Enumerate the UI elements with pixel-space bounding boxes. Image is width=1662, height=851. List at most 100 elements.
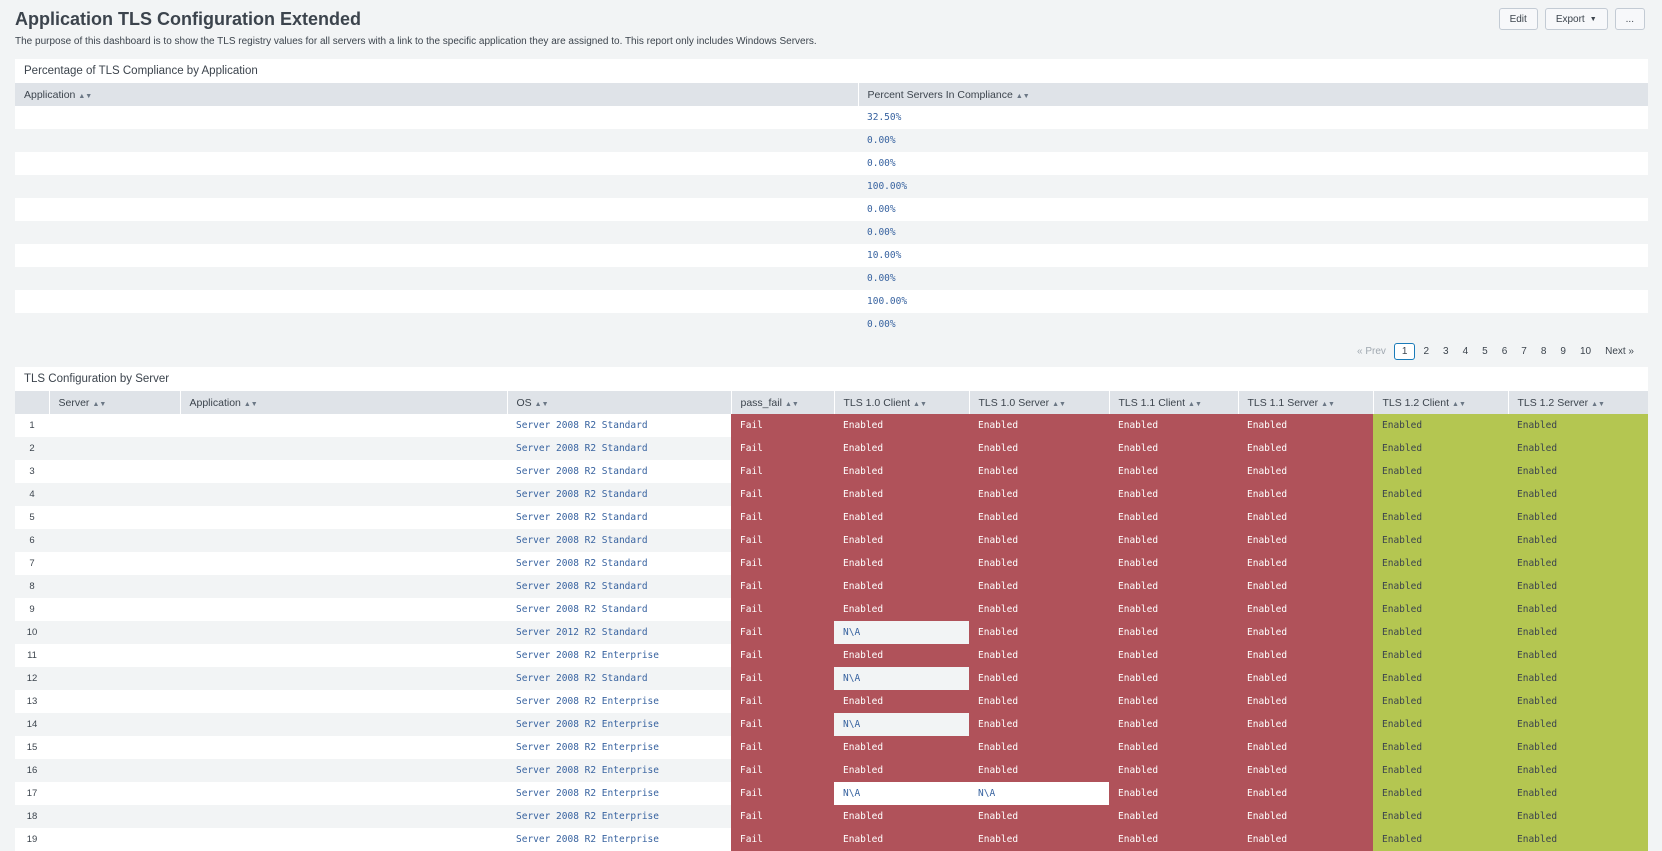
server-cell[interactable] bbox=[49, 414, 180, 437]
tls10-server-cell[interactable]: Enabled bbox=[969, 575, 1109, 598]
column-header-tls10-server[interactable]: TLS 1.0 Server ▲▼ bbox=[969, 391, 1110, 414]
tls10-client-cell[interactable]: Enabled bbox=[834, 644, 969, 667]
os-cell[interactable]: Server 2008 R2 Enterprise bbox=[507, 782, 731, 805]
tls12-server-cell[interactable]: Enabled bbox=[1508, 667, 1648, 690]
os-cell[interactable]: Server 2008 R2 Enterprise bbox=[507, 736, 731, 759]
tls12-server-cell[interactable]: Enabled bbox=[1508, 690, 1648, 713]
tls10-server-cell[interactable]: Enabled bbox=[969, 552, 1109, 575]
application-cell[interactable] bbox=[15, 175, 858, 198]
application-cell[interactable] bbox=[15, 198, 858, 221]
application-cell[interactable] bbox=[180, 667, 507, 690]
tls11-server-cell[interactable]: Enabled bbox=[1238, 460, 1373, 483]
tls12-server-cell[interactable]: Enabled bbox=[1508, 483, 1648, 506]
tls10-server-cell[interactable]: Enabled bbox=[969, 644, 1109, 667]
pass-fail-cell[interactable]: Fail bbox=[731, 598, 834, 621]
pass-fail-cell[interactable]: Fail bbox=[731, 460, 834, 483]
tls10-client-cell[interactable]: N\A bbox=[834, 667, 969, 690]
tls12-client-cell[interactable]: Enabled bbox=[1373, 782, 1508, 805]
tls12-server-cell[interactable]: Enabled bbox=[1508, 529, 1648, 552]
pass-fail-cell[interactable]: Fail bbox=[731, 644, 834, 667]
server-cell[interactable] bbox=[49, 460, 180, 483]
application-cell[interactable] bbox=[180, 414, 507, 437]
tls10-client-cell[interactable]: Enabled bbox=[834, 414, 969, 437]
column-header-tls11-server[interactable]: TLS 1.1 Server ▲▼ bbox=[1238, 391, 1374, 414]
page-link-3[interactable]: 3 bbox=[1437, 343, 1455, 360]
page-link-6[interactable]: 6 bbox=[1496, 343, 1514, 360]
column-header-tls12-client[interactable]: TLS 1.2 Client ▲▼ bbox=[1373, 391, 1509, 414]
server-cell[interactable] bbox=[49, 437, 180, 460]
os-cell[interactable]: Server 2008 R2 Standard bbox=[507, 598, 731, 621]
tls12-server-cell[interactable]: Enabled bbox=[1508, 598, 1648, 621]
application-cell[interactable] bbox=[180, 460, 507, 483]
os-cell[interactable]: Server 2008 R2 Standard bbox=[507, 575, 731, 598]
page-link-2[interactable]: 2 bbox=[1417, 343, 1435, 360]
tls12-client-cell[interactable]: Enabled bbox=[1373, 690, 1508, 713]
server-cell[interactable] bbox=[49, 506, 180, 529]
tls10-client-cell[interactable]: N\A bbox=[834, 713, 969, 736]
pass-fail-cell[interactable]: Fail bbox=[731, 414, 834, 437]
tls11-server-cell[interactable]: Enabled bbox=[1238, 713, 1373, 736]
tls11-client-cell[interactable]: Enabled bbox=[1109, 759, 1238, 782]
tls12-client-cell[interactable]: Enabled bbox=[1373, 529, 1508, 552]
tls10-client-cell[interactable]: Enabled bbox=[834, 759, 969, 782]
tls11-server-cell[interactable]: Enabled bbox=[1238, 690, 1373, 713]
tls12-server-cell[interactable]: Enabled bbox=[1508, 736, 1648, 759]
tls11-server-cell[interactable]: Enabled bbox=[1238, 782, 1373, 805]
tls10-server-cell[interactable]: Enabled bbox=[969, 828, 1109, 851]
application-cell[interactable] bbox=[180, 828, 507, 851]
tls10-client-cell[interactable]: Enabled bbox=[834, 529, 969, 552]
tls10-server-cell[interactable]: Enabled bbox=[969, 713, 1109, 736]
tls10-server-cell[interactable]: Enabled bbox=[969, 759, 1109, 782]
os-cell[interactable]: Server 2008 R2 Standard bbox=[507, 506, 731, 529]
tls11-server-cell[interactable]: Enabled bbox=[1238, 828, 1373, 851]
tls12-server-cell[interactable]: Enabled bbox=[1508, 506, 1648, 529]
page-link-10[interactable]: 10 bbox=[1574, 343, 1597, 360]
export-button[interactable]: Export ▼ bbox=[1544, 8, 1608, 30]
os-cell[interactable]: Server 2008 R2 Standard bbox=[507, 414, 731, 437]
percent-cell[interactable]: 100.00% bbox=[858, 290, 1648, 313]
application-cell[interactable] bbox=[180, 483, 507, 506]
column-header-pass-fail[interactable]: pass_fail ▲▼ bbox=[731, 391, 835, 414]
tls12-server-cell[interactable]: Enabled bbox=[1508, 437, 1648, 460]
tls10-server-cell[interactable]: Enabled bbox=[969, 690, 1109, 713]
tls11-server-cell[interactable]: Enabled bbox=[1238, 667, 1373, 690]
pass-fail-cell[interactable]: Fail bbox=[731, 437, 834, 460]
tls10-server-cell[interactable]: Enabled bbox=[969, 621, 1109, 644]
os-cell[interactable]: Server 2008 R2 Standard bbox=[507, 529, 731, 552]
prev-page-link[interactable]: « Prev bbox=[1351, 343, 1392, 360]
tls12-server-cell[interactable]: Enabled bbox=[1508, 759, 1648, 782]
application-cell[interactable] bbox=[180, 759, 507, 782]
tls10-server-cell[interactable]: Enabled bbox=[969, 667, 1109, 690]
tls11-server-cell[interactable]: Enabled bbox=[1238, 506, 1373, 529]
tls12-client-cell[interactable]: Enabled bbox=[1373, 575, 1508, 598]
pass-fail-cell[interactable]: Fail bbox=[731, 575, 834, 598]
tls12-client-cell[interactable]: Enabled bbox=[1373, 713, 1508, 736]
tls11-server-cell[interactable]: Enabled bbox=[1238, 552, 1373, 575]
server-cell[interactable] bbox=[49, 805, 180, 828]
percent-cell[interactable]: 0.00% bbox=[858, 152, 1648, 175]
tls12-client-cell[interactable]: Enabled bbox=[1373, 437, 1508, 460]
tls11-server-cell[interactable]: Enabled bbox=[1238, 575, 1373, 598]
pass-fail-cell[interactable]: Fail bbox=[731, 529, 834, 552]
tls12-client-cell[interactable]: Enabled bbox=[1373, 460, 1508, 483]
column-header-tls12-server[interactable]: TLS 1.2 Server ▲▼ bbox=[1508, 391, 1648, 414]
percent-cell[interactable]: 0.00% bbox=[858, 267, 1648, 290]
application-cell[interactable] bbox=[15, 290, 858, 313]
pass-fail-cell[interactable]: Fail bbox=[731, 483, 834, 506]
application-cell[interactable] bbox=[180, 598, 507, 621]
os-cell[interactable]: Server 2008 R2 Standard bbox=[507, 483, 731, 506]
os-cell[interactable]: Server 2008 R2 Enterprise bbox=[507, 828, 731, 851]
application-cell[interactable] bbox=[180, 644, 507, 667]
tls12-server-cell[interactable]: Enabled bbox=[1508, 782, 1648, 805]
application-cell[interactable] bbox=[15, 106, 858, 129]
tls11-client-cell[interactable]: Enabled bbox=[1109, 621, 1238, 644]
server-cell[interactable] bbox=[49, 736, 180, 759]
tls12-server-cell[interactable]: Enabled bbox=[1508, 713, 1648, 736]
tls11-client-cell[interactable]: Enabled bbox=[1109, 437, 1238, 460]
tls11-server-cell[interactable]: Enabled bbox=[1238, 621, 1373, 644]
tls10-server-cell[interactable]: Enabled bbox=[969, 414, 1109, 437]
page-link-4[interactable]: 4 bbox=[1457, 343, 1475, 360]
os-cell[interactable]: Server 2008 R2 Enterprise bbox=[507, 690, 731, 713]
tls10-server-cell[interactable]: Enabled bbox=[969, 483, 1109, 506]
os-cell[interactable]: Server 2012 R2 Standard bbox=[507, 621, 731, 644]
